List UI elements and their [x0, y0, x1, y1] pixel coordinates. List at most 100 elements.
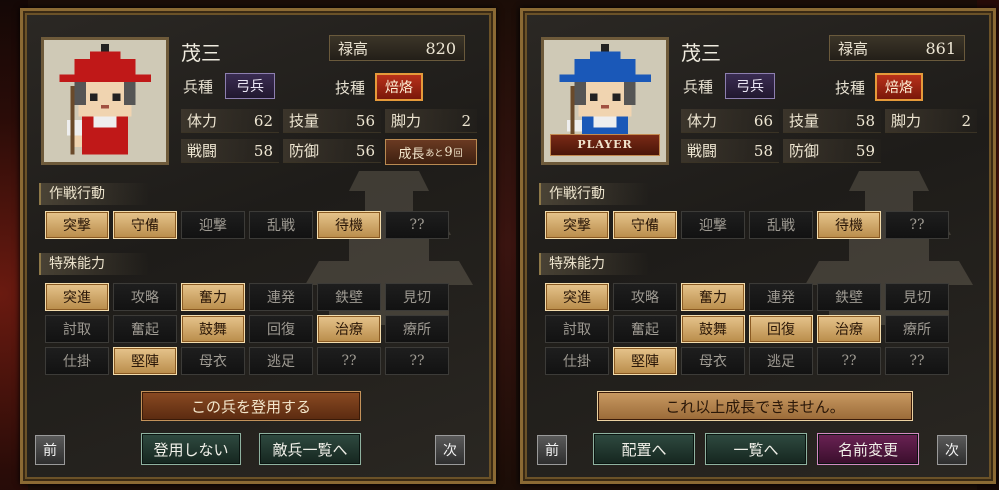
stat-combat: 戦闘 58: [181, 139, 279, 163]
tactic-button[interactable]: 乱戦: [249, 211, 313, 239]
ability-slot[interactable]: 突進: [45, 283, 109, 311]
ability-slot[interactable]: 攻略: [613, 283, 677, 311]
prev-button[interactable]: 前: [537, 435, 567, 465]
ability-slot[interactable]: 母衣: [681, 347, 745, 375]
stipend-label: 禄高: [338, 39, 369, 58]
ability-slot[interactable]: 堅陣: [613, 347, 677, 375]
stat-defense: 防御 56: [283, 139, 381, 163]
ability-slot[interactable]: 鉄壁: [317, 283, 381, 311]
ability-slot[interactable]: 鉄壁: [817, 283, 881, 311]
ability-slot[interactable]: 連発: [249, 283, 313, 311]
stat-combat: 戦闘 58: [681, 139, 779, 163]
soldier-portrait: PLAYER: [541, 37, 669, 165]
tactic-button[interactable]: 突撃: [545, 211, 609, 239]
stat-defense: 防御 59: [783, 139, 881, 163]
prev-button[interactable]: 前: [35, 435, 65, 465]
ability-slot[interactable]: 見切: [385, 283, 449, 311]
stipend-value: 861: [925, 38, 956, 58]
stipend-box: 禄高 861: [829, 35, 965, 61]
tactic-button[interactable]: 待機: [817, 211, 881, 239]
ability-slot[interactable]: ??: [817, 347, 881, 375]
ability-slot[interactable]: ??: [317, 347, 381, 375]
growth-remaining-badge: 成長 あと 9 回: [385, 139, 477, 165]
ability-slot[interactable]: 逃足: [249, 347, 313, 375]
tactics-title: 作戦行動: [39, 183, 149, 205]
tactic-button[interactable]: ??: [885, 211, 949, 239]
ability-slot[interactable]: 母衣: [181, 347, 245, 375]
ability-slot[interactable]: ??: [385, 347, 449, 375]
ability-slot[interactable]: 仕掛: [545, 347, 609, 375]
abilities-grid: 突進 攻略 奮力 連発 鉄壁 見切討取 奮起 鼓舞 回復 治療 療所仕掛 堅陣 母衣 逃足????: [45, 283, 449, 375]
player-soldier-panel: PLAYER 茂三 禄高 861 兵種 弓兵 技種 焙烙 体力 66 技量 58 脚…: [520, 8, 996, 484]
list-button[interactable]: 一覧へ: [705, 433, 807, 465]
stipend-box: 禄高 820: [329, 35, 465, 61]
skill-type-value: 焙烙: [375, 73, 424, 101]
ability-slot[interactable]: 突進: [545, 283, 609, 311]
skill-type-value: 焙烙: [875, 73, 924, 101]
tactics-title: 作戦行動: [539, 183, 649, 205]
ability-slot[interactable]: 回復: [749, 315, 813, 343]
ability-slot[interactable]: ??: [885, 347, 949, 375]
next-button[interactable]: 次: [435, 435, 465, 465]
ability-slot[interactable]: 見切: [885, 283, 949, 311]
unit-type-row: 兵種 弓兵: [683, 73, 776, 99]
ability-slot[interactable]: 仕掛: [45, 347, 109, 375]
skill-type-row: 技種 焙烙: [335, 73, 424, 101]
tactic-button[interactable]: 突撃: [45, 211, 109, 239]
ability-slot[interactable]: 堅陣: [113, 347, 177, 375]
tactic-button[interactable]: 待機: [317, 211, 381, 239]
stipend-label: 禄高: [838, 39, 869, 58]
stat-speed: 脚力 2: [385, 109, 477, 133]
ability-slot[interactable]: 鼓舞: [681, 315, 745, 343]
stat-skill: 技量 58: [783, 109, 881, 133]
status-message-bar: これ以上成長できません。: [597, 391, 913, 421]
next-button[interactable]: 次: [937, 435, 967, 465]
ability-slot[interactable]: 奮力: [181, 283, 245, 311]
ability-slot[interactable]: 奮起: [613, 315, 677, 343]
decline-button[interactable]: 登用しない: [141, 433, 241, 465]
ability-slot[interactable]: 治療: [817, 315, 881, 343]
ability-slot[interactable]: 療所: [385, 315, 449, 343]
unit-type-value: 弓兵: [725, 73, 776, 99]
ability-slot[interactable]: 攻略: [113, 283, 177, 311]
deploy-button[interactable]: 配置へ: [593, 433, 695, 465]
unit-type-row: 兵種 弓兵: [183, 73, 276, 99]
ability-slot[interactable]: 奮起: [113, 315, 177, 343]
stat-stamina: 体力 62: [181, 109, 279, 133]
tactic-button[interactable]: 乱戦: [749, 211, 813, 239]
abilities-title: 特殊能力: [539, 253, 649, 275]
unit-type-value: 弓兵: [225, 73, 276, 99]
soldier-name: 茂三: [181, 41, 221, 65]
ability-slot[interactable]: 回復: [249, 315, 313, 343]
ability-slot[interactable]: 治療: [317, 315, 381, 343]
hat-brim: [59, 74, 151, 82]
skill-type-label: 技種: [335, 78, 366, 97]
tactic-button[interactable]: 迎撃: [681, 211, 745, 239]
ability-slot[interactable]: 鼓舞: [181, 315, 245, 343]
ability-slot[interactable]: 逃足: [749, 347, 813, 375]
ability-slot[interactable]: 連発: [749, 283, 813, 311]
ability-slot[interactable]: 討取: [545, 315, 609, 343]
skill-type-label: 技種: [835, 78, 866, 97]
stat-speed: 脚力 2: [885, 109, 977, 133]
ability-slot[interactable]: 奮力: [681, 283, 745, 311]
tactics-grid: 突撃 守備 迎撃 乱戦 待機??: [545, 211, 949, 239]
enemy-list-button[interactable]: 敵兵一覧へ: [259, 433, 361, 465]
stat-stamina: 体力 66: [681, 109, 779, 133]
skill-type-row: 技種 焙烙: [835, 73, 924, 101]
abilities-grid: 突進 攻略 奮力 連発 鉄壁 見切討取 奮起 鼓舞 回復 治療 療所仕掛 堅陣 母衣 逃足????: [545, 283, 949, 375]
player-tag: PLAYER: [550, 134, 660, 156]
tactic-button[interactable]: 守備: [613, 211, 677, 239]
stats-block: 体力 66 技量 58 脚力 2 戦闘 58 防御 59: [681, 109, 981, 169]
rename-button[interactable]: 名前変更: [817, 433, 919, 465]
ability-slot[interactable]: 療所: [885, 315, 949, 343]
soldier-portrait: [41, 37, 169, 165]
tactic-button[interactable]: ??: [385, 211, 449, 239]
stat-skill: 技量 56: [283, 109, 381, 133]
recruit-button[interactable]: この兵を登用する: [141, 391, 361, 421]
ability-slot[interactable]: 討取: [45, 315, 109, 343]
unit-type-label: 兵種: [683, 77, 714, 96]
tactic-button[interactable]: 守備: [113, 211, 177, 239]
tactic-button[interactable]: 迎撃: [181, 211, 245, 239]
stats-block: 体力 62 技量 56 脚力 2 戦闘 58 防御 56 成長 あと 9 回: [181, 109, 481, 171]
